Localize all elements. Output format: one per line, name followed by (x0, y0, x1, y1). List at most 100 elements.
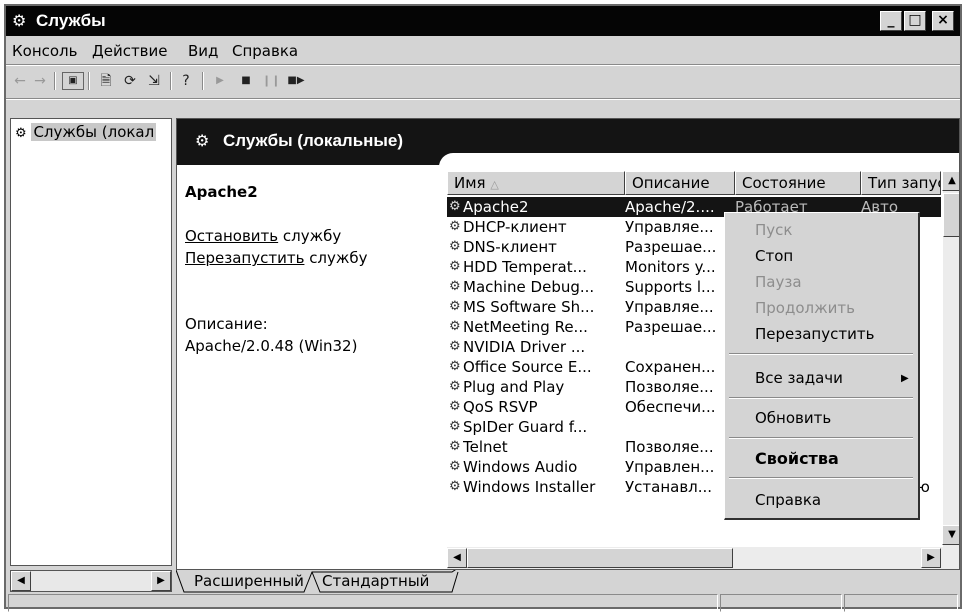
column-name-label: Имя (454, 174, 486, 192)
service-gear-icon: ⚙ (449, 399, 461, 414)
vertical-scroll-thumb[interactable] (943, 193, 959, 237)
menu-item-refresh[interactable]: Обновить (755, 409, 831, 427)
title-bar[interactable]: ⚙ Службы _ □ × (6, 6, 960, 36)
toolbar-separator (54, 72, 56, 90)
back-arrow-icon[interactable]: ← (12, 72, 28, 90)
service-gear-icon: ⚙ (449, 319, 461, 334)
scroll-left-arrow-icon[interactable]: ◀ (11, 571, 31, 591)
cell-desc: Разрешае... (625, 318, 717, 336)
maximize-button[interactable]: □ (904, 11, 926, 31)
properties-icon[interactable]: 🗎 (96, 72, 116, 90)
menu-item-restart[interactable]: Перезапустить (755, 325, 874, 343)
close-button[interactable]: × (932, 11, 954, 31)
restart-service-link[interactable]: Перезапустить (185, 249, 304, 267)
scroll-right-arrow-icon[interactable]: ▶ (151, 571, 171, 591)
cell-name: NVIDIA Driver ... (463, 338, 586, 356)
cell-name: DNS-клиент (463, 238, 557, 256)
menu-item-pause[interactable]: Пауза (755, 273, 802, 291)
menu-separator (729, 437, 913, 439)
cell-name: HDD Temperat... (463, 258, 587, 276)
column-header-state[interactable]: Состояние (735, 171, 861, 195)
tree-node-label: Службы (локал (31, 123, 157, 141)
menu-separator (729, 477, 913, 479)
help-icon[interactable]: ? (176, 72, 196, 90)
start-service-icon[interactable]: ▶ (212, 72, 228, 90)
services-gear-icon: ⚙ (12, 11, 27, 30)
cell-desc: Управлен... (625, 458, 715, 476)
menu-item-start[interactable]: Пуск (755, 221, 792, 239)
export-list-icon[interactable]: ⇲ (144, 72, 164, 90)
cell-name: Windows Audio (463, 458, 578, 476)
stop-service-icon[interactable]: ■ (238, 72, 254, 90)
tab-extended[interactable]: Расширенный (188, 570, 310, 592)
restart-suffix: службу (304, 249, 368, 267)
menu-item-all-tasks[interactable]: Все задачи (755, 369, 843, 387)
menu-help[interactable]: Справка (232, 42, 298, 60)
column-header-description[interactable]: Описание (625, 171, 735, 195)
scroll-down-arrow-icon[interactable]: ▼ (942, 525, 959, 545)
service-gear-icon: ⚙ (449, 359, 461, 374)
stop-service-link[interactable]: Остановить (185, 227, 278, 245)
pane-header: ⚙ Службы (локальные) (177, 119, 959, 167)
cell-desc: Устанавл... (625, 478, 713, 496)
list-horizontal-scrollbar[interactable]: ◀ ▶ (447, 547, 959, 569)
service-gear-icon: ⚙ (449, 279, 461, 294)
toolbar-divider (6, 98, 960, 100)
tree-horizontal-scrollbar[interactable]: ◀ ▶ (10, 570, 172, 592)
menu-item-properties[interactable]: Свойства (755, 449, 839, 468)
cell-name: Office Source E... (463, 358, 592, 376)
tree-node-services-local[interactable]: ⚙ Службы (локал (15, 123, 157, 141)
menu-item-resume[interactable]: Продолжить (755, 299, 855, 317)
cell-name: Apache2 (463, 198, 529, 216)
menu-item-stop[interactable]: Стоп (755, 247, 793, 265)
description-value: Apache/2.0.48 (Win32) (185, 337, 358, 355)
cell-desc: Обеспечи... (625, 398, 716, 416)
tab-standard[interactable]: Стандартный (316, 570, 435, 592)
menu-console[interactable]: Консоль (12, 42, 78, 60)
scroll-left-arrow-icon[interactable]: ◀ (447, 548, 467, 568)
show-hide-tree-icon[interactable]: ▣ (62, 72, 84, 90)
menu-view[interactable]: Вид (188, 42, 218, 60)
menu-action[interactable]: Действие (92, 42, 168, 60)
cell-name: Machine Debug... (463, 278, 595, 296)
column-header-startup-type[interactable]: Тип запуска (861, 171, 941, 195)
minimize-button[interactable]: _ (880, 11, 902, 31)
cell-name: SpIDer Guard f... (463, 418, 588, 436)
submenu-arrow-icon: ▶ (901, 373, 909, 384)
menu-item-help[interactable]: Справка (755, 491, 821, 509)
toolbar-separator (88, 72, 90, 90)
horizontal-scroll-thumb[interactable] (467, 548, 733, 568)
cell-name: Windows Installer (463, 478, 596, 496)
cell-desc: Позволяе... (625, 378, 714, 396)
cell-desc: Сохранен... (625, 358, 716, 376)
restart-service-line: Перезапустить службу (185, 249, 368, 267)
service-gear-icon: ⚙ (449, 259, 461, 274)
column-header-name[interactable]: Имя △ (447, 171, 625, 195)
extended-info: Apache2 Остановить службу Перезапустить … (177, 165, 443, 569)
pause-service-icon[interactable]: ❙❙ (262, 72, 280, 90)
cell-desc: Управляе... (625, 298, 714, 316)
description-label: Описание: (185, 315, 268, 333)
cell-name: Telnet (463, 438, 508, 456)
cell-desc: Разрешае... (625, 238, 717, 256)
service-gear-icon: ⚙ (449, 199, 461, 214)
forward-arrow-icon[interactable]: → (32, 72, 48, 90)
restart-service-icon[interactable]: ■▶ (286, 72, 306, 90)
refresh-icon[interactable]: ⟳ (120, 72, 140, 90)
scroll-right-arrow-icon[interactable]: ▶ (921, 548, 941, 568)
service-gear-icon: ⚙ (449, 219, 461, 234)
selected-service-name: Apache2 (185, 183, 258, 201)
status-panel (844, 594, 958, 612)
context-menu: Пуск Стоп Пауза Продолжить Перезапустить… (724, 212, 920, 520)
cell-desc: Управляе... (625, 218, 714, 236)
status-panel (720, 594, 842, 612)
toolbar-separator (170, 72, 172, 90)
cell-name: MS Software Sh... (463, 298, 595, 316)
cell-name: NetMeeting Re... (463, 318, 588, 336)
cell-name: Plug and Play (463, 378, 565, 396)
cell-desc: Supports l... (625, 278, 716, 296)
scroll-up-arrow-icon[interactable]: ▲ (942, 171, 959, 191)
service-gear-icon: ⚙ (449, 379, 461, 394)
cell-desc: Apache/2.... (625, 198, 715, 216)
list-vertical-scrollbar[interactable]: ▲ ▼ (942, 171, 959, 555)
